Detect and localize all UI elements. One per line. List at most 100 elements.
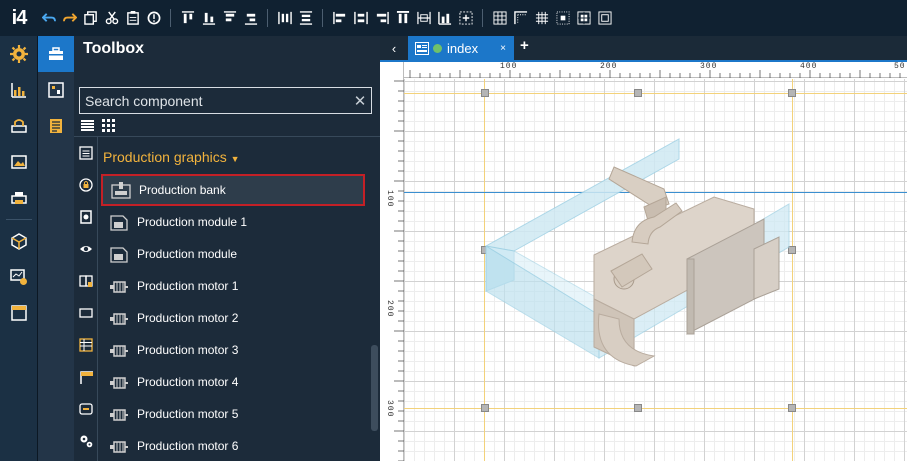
list-item[interactable]: Production module [101,238,365,270]
list-item-label: Production motor 3 [137,343,239,357]
align-center-v-icon[interactable] [413,8,434,28]
app-window: i4 Toolbox ✕ Production graphics ▼ Produ… [0,0,907,461]
align-left-icon[interactable] [329,8,350,28]
align-middle-top-icon[interactable] [219,8,240,28]
list-item[interactable]: Production motor 3 [101,334,365,366]
ruler-label: 100 [385,190,394,208]
grid-frame-icon[interactable] [594,8,615,28]
list-item-label: Production motor 4 [137,375,239,389]
gears-icon[interactable] [74,425,98,457]
list-icon[interactable] [74,137,98,169]
undo-icon[interactable] [38,8,59,28]
cut-icon[interactable] [101,8,122,28]
caret-down-icon: ▼ [230,154,240,164]
chart-icon[interactable] [0,72,38,108]
align-right-icon[interactable] [371,8,392,28]
align-bottom-edge-icon[interactable] [434,8,455,28]
clear-search-icon[interactable]: ✕ [349,92,371,110]
distribute-horizontal-icon[interactable] [295,8,316,28]
add-tab-button[interactable]: + [520,37,529,54]
image-icon[interactable] [0,144,38,180]
plc-icon[interactable] [0,108,38,144]
vertical-ruler: 100 200 300 [380,62,404,461]
list-item[interactable]: Production motor 4 [101,366,365,398]
lock-icon[interactable] [74,169,98,201]
grid-icon[interactable] [489,8,510,28]
align-bottom-icon[interactable] [198,8,219,28]
motor-icon [101,405,137,423]
window-icon[interactable] [0,295,38,331]
grid-corner-icon[interactable] [510,8,531,28]
ruler-label: 200 [385,300,394,318]
center-selection-icon[interactable] [455,8,476,28]
tab-index[interactable]: index × [408,36,514,60]
list-item-label: Production motor 6 [137,439,239,453]
align-center-icon[interactable] [350,8,371,28]
align-top-icon[interactable] [177,8,198,28]
back-button[interactable]: ‹ [383,38,405,58]
nav-divider [6,219,32,220]
secondary-nav [38,36,74,461]
list-item[interactable]: Production motor 5 [101,398,365,430]
list-item-label: Production module [137,247,238,261]
main-toolbar: i4 [0,0,907,36]
toolbox-scrollbar[interactable] [371,345,378,431]
ruler-label: 300 [700,62,718,71]
toolbar-separator [322,9,323,27]
grid-lines-icon[interactable] [531,8,552,28]
app-logo: i4 [11,6,28,29]
paste-icon[interactable] [122,8,143,28]
ruler-label: 200 [600,62,618,71]
production-bank-graphic[interactable] [404,79,907,461]
document-icon[interactable] [38,108,74,144]
list-view-icon[interactable] [80,118,95,132]
list-item-label: Production motor 5 [137,407,239,421]
window-icon[interactable] [74,361,98,393]
toolbox-icon[interactable] [38,36,74,72]
distribute-vertical-icon[interactable] [274,8,295,28]
ruler-label: 300 [385,400,394,418]
list-item[interactable]: Production motor 6 [101,430,365,461]
ruler-label: 50 [894,62,906,71]
book-icon[interactable] [74,265,98,297]
list-item[interactable]: Production motor 1 [101,270,365,302]
toolbox-title: Toolbox [83,40,145,57]
code-icon[interactable] [74,393,98,425]
list-item[interactable]: Production bank [101,174,365,206]
info-icon[interactable] [143,8,164,28]
left-nav [0,36,38,461]
editor-area: ‹ index × + 100 200 300 400 50 100 200 300 [380,36,907,461]
redo-icon[interactable] [59,8,80,28]
design-canvas[interactable] [404,79,907,461]
dashboard-gear-icon[interactable] [0,259,38,295]
horizontal-ruler: 100 200 300 400 50 [404,62,907,78]
close-tab-icon[interactable]: × [500,43,506,54]
ruler-label: 400 [800,62,818,71]
screen-tab-icon [415,41,429,55]
table-icon[interactable] [74,329,98,361]
grid-snap-icon[interactable] [573,8,594,28]
package-icon[interactable] [0,223,38,259]
tab-label: index [447,40,479,56]
toolbar-separator [482,9,483,27]
screen-icon[interactable] [38,72,74,108]
grid-dots-icon[interactable] [552,8,573,28]
copy-icon[interactable] [80,8,101,28]
category-icons [74,137,98,461]
search-input[interactable] [80,88,349,113]
grid-view-icon[interactable] [101,118,116,132]
view-toggles [80,118,116,132]
toolbar-separator [267,9,268,27]
category-header[interactable]: Production graphics ▼ [103,149,240,165]
device-icon[interactable] [74,201,98,233]
printer-icon[interactable] [0,180,38,216]
settings-icon[interactable] [0,36,38,72]
align-top-edge-icon[interactable] [392,8,413,28]
motor-icon [101,277,137,295]
align-middle-bottom-icon[interactable] [240,8,261,28]
eye-icon[interactable] [74,233,98,265]
component-list: Production graphics ▼ Production bank Pro… [99,137,371,461]
list-item[interactable]: Production motor 2 [101,302,365,334]
rect-icon[interactable] [74,297,98,329]
list-item[interactable]: Production module 1 [101,206,365,238]
